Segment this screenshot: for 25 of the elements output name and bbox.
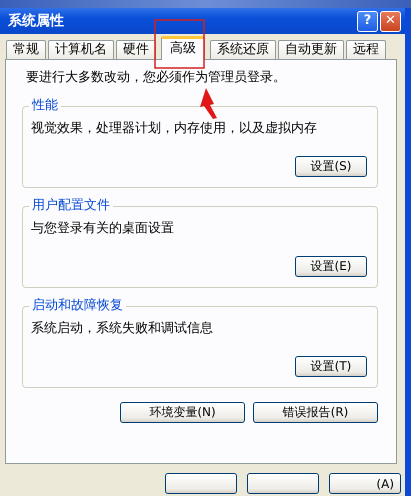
tab[interactable]: 常规 xyxy=(6,40,46,59)
settings-button[interactable]: 设置(T) xyxy=(295,356,367,376)
apply-button[interactable]: (A) xyxy=(329,473,401,494)
tab[interactable]: 高级 xyxy=(161,36,205,60)
help-button[interactable]: ? xyxy=(357,10,378,32)
group-description: 视觉效果，处理器计划，内存使用，以及虚拟内存 xyxy=(31,120,318,138)
group-description: 系统启动，系统失败和调试信息 xyxy=(31,320,214,338)
settings-button[interactable]: 设置(S) xyxy=(295,156,367,176)
settings-button[interactable]: 设置(E) xyxy=(295,256,367,276)
dialog-button[interactable]: 环境变量(N) xyxy=(120,402,245,422)
dialog-button[interactable] xyxy=(165,473,237,494)
group-title: 性能 xyxy=(29,98,61,114)
notice-text: 要进行大多数改动，您必须作为管理员登录。 xyxy=(26,69,287,87)
close-button[interactable]: ✕ xyxy=(380,10,401,32)
group-description: 与您登录有关的桌面设置 xyxy=(31,220,175,238)
tab[interactable]: 硬件 xyxy=(116,40,156,59)
group-title: 启动和故障恢复 xyxy=(29,298,126,314)
group-title: 用户配置文件 xyxy=(29,198,113,214)
dialog-button[interactable]: 错误报告(R) xyxy=(253,402,378,422)
window-title: 系统属性 xyxy=(8,12,65,30)
tab[interactable]: 系统还原 xyxy=(210,40,276,59)
tab[interactable]: 远程 xyxy=(346,40,386,59)
tab[interactable]: 计算机名 xyxy=(48,40,114,59)
tab[interactable]: 自动更新 xyxy=(278,40,344,59)
dialog-button[interactable] xyxy=(247,473,319,494)
